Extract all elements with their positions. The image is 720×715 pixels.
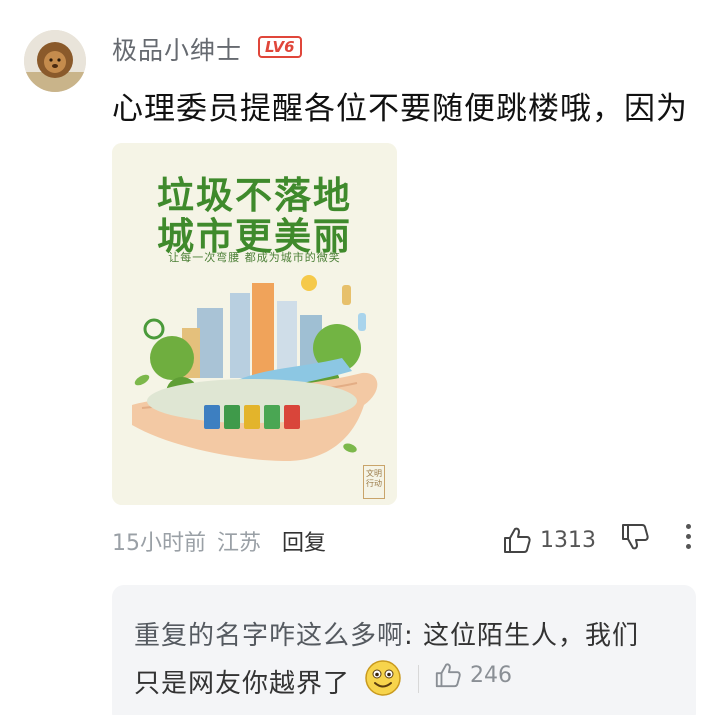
comment-time: 15小时前 [112,531,206,556]
comment-text: 心理委员提醒各位不要随便跳楼哦，因为 [112,91,688,127]
more-options-button[interactable] [686,524,694,554]
reply-like-button[interactable]: 246 [434,661,512,689]
thumbs-up-icon [435,663,461,688]
user-avatar[interactable] [24,30,86,92]
thumbs-up-icon [504,527,531,553]
reply-like-count: 246 [470,662,512,688]
like-count: 1313 [540,527,596,553]
like-button[interactable]: 1313 [502,522,596,558]
comment-location: 江苏 [217,531,262,556]
more-vertical-icon [686,524,694,549]
smiling-face-emoji-icon [365,660,401,696]
level-badge: LV6 [258,36,302,58]
poster-stamp: 文明行动 [363,465,385,499]
poster-subtitle: 让每一次弯腰 都成为城市的微笑 [168,251,341,264]
reply-first-line: 重复的名字咋这么多啊: 这位陌生人，我们 [134,615,639,652]
lion-avatar-image [24,30,86,92]
reply-author[interactable]: 重复的名字咋这么多啊 [134,621,404,651]
reply-text-line1: 这位陌生人，我们 [423,621,640,651]
thumbs-down-icon [622,524,649,550]
reply-button[interactable]: 回复 [282,525,326,557]
comment-username[interactable]: 极品小绅士 [112,31,242,67]
comment-image-poster[interactable]: 垃圾不落地 城市更美丽 让每一次弯腰 都成为城市的微笑 文明行动 [112,143,397,505]
reply-thread[interactable]: 重复的名字咋这么多啊: 这位陌生人，我们 只是网友你越界了 246 [112,585,696,715]
reply-divider [418,665,419,693]
dislike-button[interactable] [620,522,650,558]
reply-separator: : [404,621,424,651]
reply-text-line2: 只是网友你越界了 [134,669,351,699]
